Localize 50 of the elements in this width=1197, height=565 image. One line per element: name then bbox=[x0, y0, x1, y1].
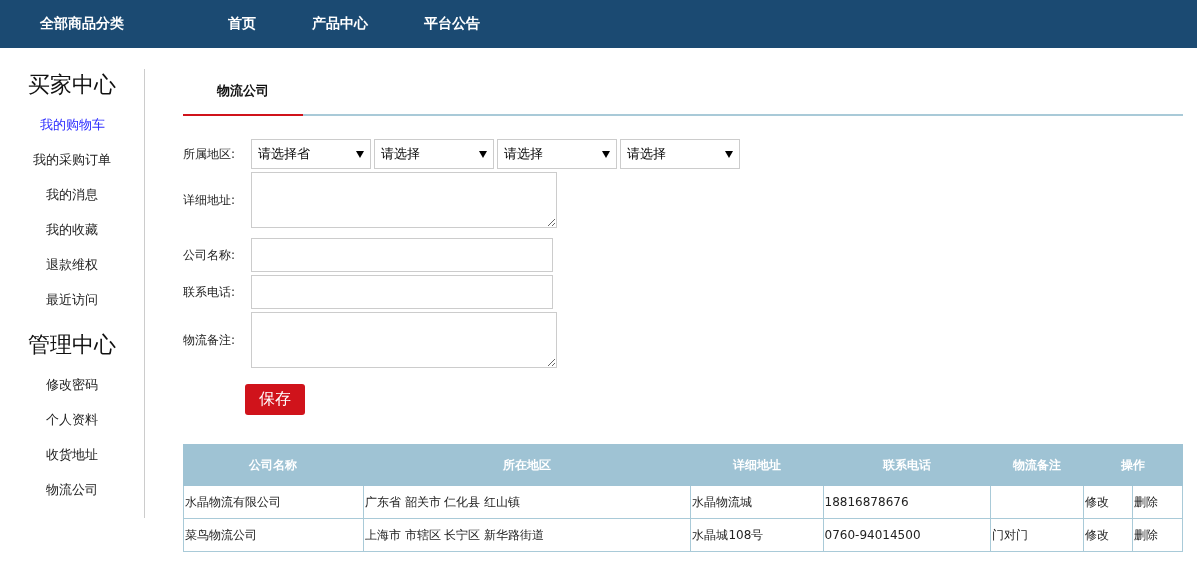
category-menu[interactable]: 全部商品分类 bbox=[0, 15, 212, 33]
sidebar-link[interactable]: 物流公司 bbox=[46, 472, 98, 507]
column-header: 所在地区 bbox=[363, 444, 691, 486]
nav-link[interactable]: 首页 bbox=[228, 15, 256, 33]
sidebar-link[interactable]: 修改密码 bbox=[46, 367, 98, 402]
table-cell: 门对门 bbox=[991, 518, 1084, 552]
text-area[interactable] bbox=[251, 312, 557, 368]
sidebar-heading: 管理中心 bbox=[28, 331, 116, 359]
caret-icon bbox=[725, 150, 733, 158]
dropdown[interactable]: 请选择 bbox=[497, 139, 617, 169]
input-field[interactable] bbox=[251, 238, 553, 272]
sidebar-link[interactable]: 我的收藏 bbox=[46, 212, 98, 247]
field-label: 物流备注: bbox=[183, 331, 237, 349]
table-cell: 水晶物流城 bbox=[690, 485, 824, 519]
column-header: 公司名称 bbox=[183, 444, 364, 486]
sidebar-heading: 买家中心 bbox=[28, 71, 116, 99]
table-cell: 菜鸟物流公司 bbox=[183, 518, 364, 552]
nav-link[interactable]: 平台公告 bbox=[424, 15, 480, 33]
sidebar-link[interactable]: 退款维权 bbox=[46, 247, 98, 282]
tab[interactable]: 物流公司 bbox=[183, 69, 303, 116]
field-label: 所属地区: bbox=[183, 145, 237, 163]
sidebar-link[interactable]: 收货地址 bbox=[46, 437, 98, 472]
table-cell: 上海市 市辖区 长宁区 新华路街道 bbox=[363, 518, 691, 552]
sidebar-link[interactable]: 我的消息 bbox=[46, 177, 98, 212]
caret-icon bbox=[479, 150, 487, 158]
dropdown[interactable]: 请选择 bbox=[374, 139, 494, 169]
column-header: 联系电话 bbox=[823, 444, 991, 486]
caret-icon bbox=[602, 150, 610, 158]
column-header: 操作 bbox=[1083, 444, 1183, 486]
column-header: 详细地址 bbox=[690, 444, 824, 486]
table-cell: 水晶城108号 bbox=[690, 518, 824, 552]
save-button[interactable]: 保存 bbox=[245, 384, 305, 415]
table-cell: 18816878676 bbox=[823, 485, 991, 519]
caret-icon bbox=[356, 150, 364, 158]
sidebar-link[interactable]: 我的采购订单 bbox=[33, 142, 111, 177]
field-label: 联系电话: bbox=[183, 283, 237, 301]
column-header: 物流备注 bbox=[991, 444, 1084, 486]
field-label: 公司名称: bbox=[183, 246, 237, 264]
dropdown[interactable]: 请选择省 bbox=[251, 139, 371, 169]
table-cell: 广东省 韶关市 仁化县 红山镇 bbox=[363, 485, 691, 519]
text-area[interactable] bbox=[251, 172, 557, 228]
sidebar-link[interactable]: 我的购物车 bbox=[39, 107, 105, 142]
sidebar-link[interactable]: 最近访问 bbox=[46, 282, 98, 317]
nav-link[interactable]: 产品中心 bbox=[312, 15, 368, 33]
dropdown[interactable]: 请选择 bbox=[620, 139, 740, 169]
field-label: 详细地址: bbox=[183, 191, 237, 209]
sidebar-link[interactable]: 个人资料 bbox=[46, 402, 98, 437]
table-cell: 水晶物流有限公司 bbox=[183, 485, 364, 519]
input-field[interactable] bbox=[251, 275, 553, 309]
table-cell: 0760-94014500 bbox=[823, 518, 991, 552]
